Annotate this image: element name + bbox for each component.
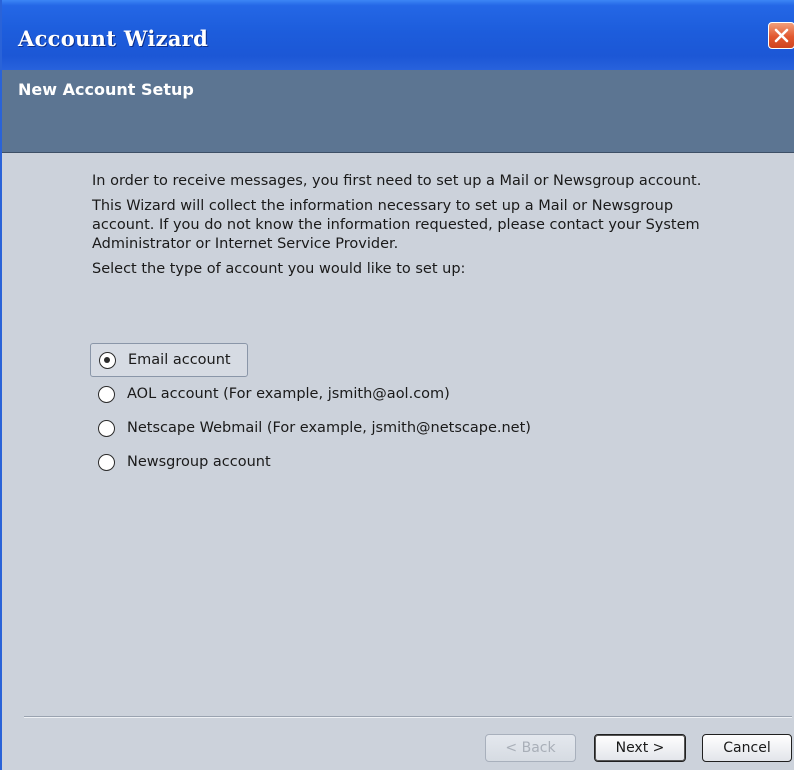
radio-aol-account[interactable]: AOL account (For example, jsmith@aol.com… [90,377,531,411]
next-button[interactable]: Next > [594,734,686,762]
account-wizard-window: Account Wizard New Account Setup In orde… [0,0,794,770]
radio-label: Newsgroup account [127,454,271,470]
close-button[interactable] [768,22,794,49]
radio-label: Email account [128,352,231,368]
back-button[interactable]: < Back [485,734,576,762]
page-title: New Account Setup [18,80,194,99]
radio-label: Netscape Webmail (For example, jsmith@ne… [127,420,531,436]
radio-newsgroup-account[interactable]: Newsgroup account [90,445,531,479]
select-prompt: Select the type of account you would lik… [92,261,466,277]
radio-label: AOL account (For example, jsmith@aol.com… [127,386,450,402]
intro-paragraph: In order to receive messages, you first … [92,173,702,189]
radio-unselected-icon[interactable] [98,385,115,403]
wizard-content: In order to receive messages, you first … [92,172,722,285]
account-type-radio-group: Email account AOL account (For example, … [90,343,531,479]
window-title: Account Wizard [18,26,209,51]
cancel-button[interactable]: Cancel [702,734,792,762]
radio-unselected-icon[interactable] [98,419,115,437]
radio-selected-icon[interactable] [99,351,116,369]
button-separator [24,716,792,718]
radio-netscape-webmail[interactable]: Netscape Webmail (For example, jsmith@ne… [90,411,531,445]
wizard-banner: New Account Setup [2,70,794,153]
radio-email-account[interactable]: Email account [90,343,248,377]
info-paragraph: This Wizard will collect the information… [92,198,700,252]
title-bar[interactable]: Account Wizard [2,0,794,70]
radio-unselected-icon[interactable] [98,453,115,471]
close-icon [774,28,789,43]
